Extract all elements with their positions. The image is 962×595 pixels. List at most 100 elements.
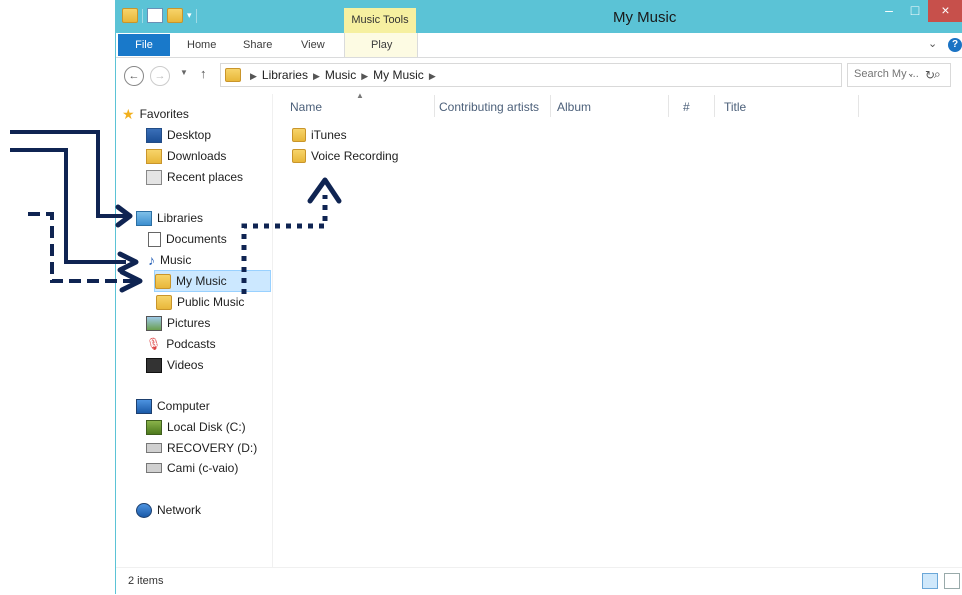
nav-pictures[interactable]: Pictures [146, 313, 210, 333]
breadcrumb-music[interactable]: Music [325, 68, 356, 82]
expand-ribbon-icon[interactable]: ⌄ [928, 37, 937, 50]
nav-recent-places[interactable]: Recent places [146, 167, 243, 187]
nav-label: Recent places [167, 170, 244, 184]
documents-icon [148, 231, 161, 247]
tab-file[interactable]: File [118, 34, 170, 56]
status-bar: 2 items [116, 567, 962, 595]
nav-downloads[interactable]: Downloads [146, 146, 226, 166]
nav-desktop[interactable]: Desktop [146, 125, 211, 145]
nav-libraries[interactable]: Libraries [136, 208, 203, 228]
search-icon[interactable]: ⌕ [934, 67, 941, 82]
tab-play[interactable]: Play [371, 39, 392, 51]
column-header-title[interactable]: Title [724, 100, 746, 114]
folder-icon [156, 294, 172, 310]
back-icon[interactable]: ← [124, 66, 144, 86]
nav-label: Desktop [167, 128, 212, 142]
nav-my-music[interactable]: My Music [154, 270, 271, 292]
column-divider[interactable] [434, 95, 435, 117]
nav-recovery-drive[interactable]: RECOVERY (D:) [146, 438, 257, 458]
nav-favorites[interactable]: ★ Favorites [122, 104, 189, 124]
file-row[interactable]: iTunes [292, 125, 347, 145]
new-folder-icon[interactable] [167, 8, 183, 23]
column-header-contributing-artists[interactable]: Contributing artists [439, 100, 539, 114]
tab-play-container: Play [344, 33, 418, 57]
nav-documents[interactable]: Documents [148, 229, 227, 249]
nav-network-drive[interactable]: Cami (c-vaio) [146, 458, 238, 478]
network-drive-icon [146, 463, 162, 473]
properties-icon[interactable] [147, 8, 163, 23]
details-view-icon[interactable] [922, 573, 938, 589]
large-icons-view-icon[interactable] [944, 573, 960, 589]
tab-view[interactable]: View [301, 39, 325, 51]
downloads-icon [146, 148, 162, 164]
nav-local-disk[interactable]: Local Disk (C:) [146, 417, 246, 437]
file-name: Voice Recording [311, 149, 399, 163]
pictures-icon [146, 315, 162, 331]
nav-label: Pictures [167, 316, 211, 330]
file-row[interactable]: Voice Recording [292, 146, 398, 166]
nav-label: Libraries [157, 211, 204, 225]
search-input[interactable] [854, 68, 924, 80]
explorer-window: ▾ Music Tools My Music – □ × File Home S… [115, 0, 962, 594]
nav-label: Videos [167, 358, 204, 372]
column-divider[interactable] [668, 95, 669, 117]
tab-share[interactable]: Share [243, 39, 272, 51]
pane-divider[interactable] [272, 94, 273, 567]
folder-icon[interactable] [122, 8, 138, 23]
desktop-icon [146, 127, 162, 143]
column-divider[interactable] [714, 95, 715, 117]
close-button[interactable]: × [928, 0, 962, 22]
nav-network[interactable]: Network [136, 500, 201, 520]
nav-podcasts[interactable]: 🎙 Podcasts [146, 334, 216, 354]
chevron-right-icon[interactable]: ▶ [313, 71, 320, 81]
nav-label: Podcasts [166, 337, 216, 351]
quick-access-toolbar: ▾ [122, 8, 197, 23]
nav-label: Local Disk (C:) [167, 420, 246, 434]
nav-videos[interactable]: Videos [146, 355, 203, 375]
tab-home[interactable]: Home [187, 39, 216, 51]
nav-label: Documents [166, 232, 227, 246]
address-bar[interactable]: ▶ Libraries ▶ Music ▶ My Music ▶ ⌄ ↻ [220, 63, 935, 87]
forward-icon[interactable]: → [150, 66, 170, 86]
nav-label: Public Music [177, 295, 245, 309]
column-divider[interactable] [858, 95, 859, 117]
breadcrumb-my-music[interactable]: My Music [373, 68, 424, 82]
maximize-button[interactable]: □ [902, 0, 928, 22]
nav-label: Music [160, 253, 192, 267]
breadcrumb-libraries[interactable]: Libraries [262, 68, 308, 82]
nav-computer[interactable]: Computer [136, 396, 210, 416]
chevron-right-icon[interactable]: ▶ [361, 71, 368, 81]
nav-public-music[interactable]: Public Music [156, 292, 244, 312]
column-header-name[interactable]: Name [290, 100, 322, 114]
help-icon[interactable]: ? [948, 38, 962, 52]
item-count: 2 items [128, 575, 164, 587]
chevron-right-icon[interactable]: ▶ [250, 71, 257, 81]
folder-icon [292, 149, 306, 163]
customize-qat-icon[interactable]: ▾ [187, 10, 192, 21]
podcast-icon: 🎙 [146, 337, 162, 351]
hard-disk-icon [146, 419, 162, 435]
toolbar-separator [142, 8, 143, 23]
nav-label: Cami (c-vaio) [167, 461, 239, 475]
nav-label: Downloads [167, 149, 227, 163]
recent-locations-icon[interactable]: ▼ [180, 68, 188, 77]
toolbar-separator [195, 8, 197, 23]
minimize-button[interactable]: – [876, 0, 902, 22]
libraries-icon [136, 210, 152, 226]
nav-label: RECOVERY (D:) [167, 441, 258, 455]
column-header-number[interactable]: # [683, 100, 690, 114]
chevron-right-icon[interactable]: ▶ [429, 71, 436, 81]
arrow-to-libraries [10, 130, 126, 218]
title-bar: ▾ Music Tools My Music – □ × [116, 0, 962, 33]
column-divider[interactable] [550, 95, 551, 117]
window-title: My Music [613, 9, 677, 26]
up-icon[interactable]: ↑ [200, 66, 207, 81]
file-name: iTunes [311, 128, 347, 142]
column-header-album[interactable]: Album [557, 100, 591, 114]
nav-music[interactable]: ♪ Music [148, 250, 191, 270]
recent-places-icon [146, 169, 162, 185]
sort-ascending-icon: ▲ [356, 91, 364, 100]
arrow-to-music [10, 148, 126, 264]
search-box[interactable]: ⌕ [847, 63, 951, 87]
nav-label: Favorites [139, 107, 189, 121]
